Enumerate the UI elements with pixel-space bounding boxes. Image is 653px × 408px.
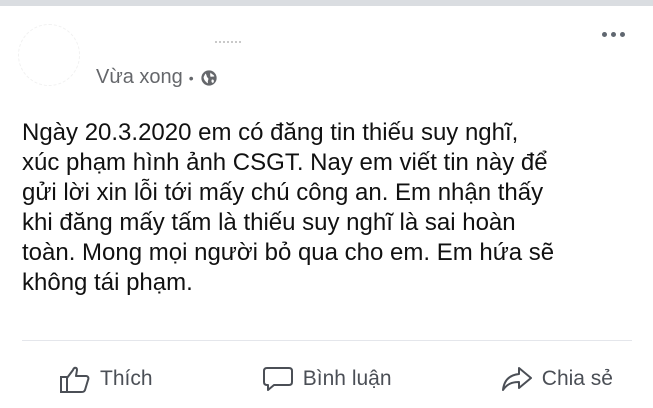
- meta-separator: •: [188, 69, 194, 86]
- share-label: Chia sẻ: [541, 367, 613, 390]
- comment-button[interactable]: Bình luận: [261, 356, 392, 402]
- like-button[interactable]: Thích: [58, 356, 153, 402]
- thumbs-up-icon: [60, 366, 90, 393]
- post-text: Ngày 20.3.2020 em có đăng tin thiếu suy …: [22, 119, 555, 296]
- share-button[interactable]: Chia sẻ: [500, 356, 613, 402]
- share-icon: [501, 367, 532, 391]
- comment-label: Bình luận: [302, 367, 392, 390]
- actions-divider: [22, 340, 632, 341]
- more-options-icon[interactable]: [602, 32, 625, 37]
- globe-icon[interactable]: [200, 69, 218, 87]
- post-card: Vừa xong • Ngày 20.3.2020 em có đăng tin…: [0, 6, 653, 408]
- avatar[interactable]: [18, 24, 80, 86]
- post-meta: Vừa xong •: [96, 66, 218, 89]
- author-name-blurred: [215, 41, 241, 47]
- like-label: Thích: [100, 367, 153, 390]
- post-actions-bar: Thích Bình luận Chia sẻ: [0, 356, 653, 402]
- post-timestamp[interactable]: Vừa xong: [96, 66, 183, 89]
- comment-icon: [262, 367, 293, 391]
